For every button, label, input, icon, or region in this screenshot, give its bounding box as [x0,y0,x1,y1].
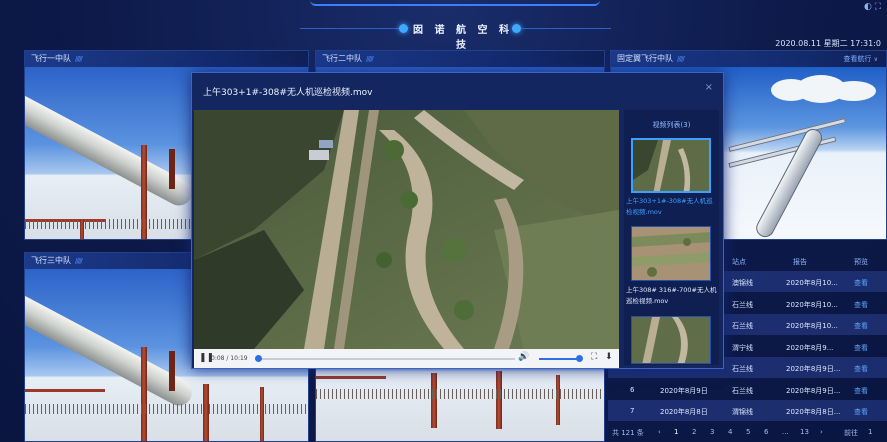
row-report: 2020年8月10... [786,279,838,287]
row-number: 7 [630,407,635,415]
video-controls: ❚❚ 0:08 / 10:19 🔊 ⛶ ⬇ [194,349,619,368]
row-view-link[interactable]: 查看 [854,407,868,417]
video-thumbnail-3[interactable] [631,316,711,364]
page-ellipsis: ... [782,428,789,436]
panel-title: 飞行二中队 [322,54,362,63]
modal-title: 上午303+1#-308#无人机巡检视频.mov [203,88,373,98]
datetime-display: 2020.08.11 星期二 17:31:0 [775,39,881,48]
panel-header: 飞行二中队 ///// [316,51,604,67]
page-button[interactable]: 6 [764,428,768,436]
header-deco-line-left [300,28,400,29]
page-button[interactable]: 3 [710,428,714,436]
stripes-icon: ///// [677,55,685,63]
row-report: 2020年8月9日... [786,365,841,373]
row-station: 石兰线 [732,365,753,373]
view-flights-link[interactable]: 查看航行 ∨ [843,51,878,68]
panel-title: 飞行三中队 [31,256,71,265]
stripes-icon: ///// [75,55,83,63]
video-caption-2[interactable]: 上午308# 316#-700#无人机巡检视频.mov [626,285,719,307]
goto-page-input[interactable]: 1 [868,428,872,436]
stripes-icon: ///// [75,257,83,265]
page-button[interactable]: 4 [728,428,732,436]
row-view-link[interactable]: 查看 [854,364,868,374]
panel-header: 飞行一中队 ///// [25,51,308,67]
row-station: 石兰线 [732,322,753,330]
aerial-video-frame [194,110,619,349]
stripes-icon: ///// [366,55,374,63]
row-view-link[interactable]: 查看 [854,321,868,331]
download-icon[interactable]: ⬇ [605,352,613,362]
next-page-button[interactable]: › [820,428,823,436]
row-number: 6 [630,385,635,394]
prev-page-button[interactable]: ‹ [658,428,661,436]
row-station: 渭锦线 [732,408,753,416]
column-station: 站点 [732,258,746,266]
video-time: 0:08 / 10:19 [211,355,248,362]
video-modal: 上午303+1#-308#无人机巡检视频.mov × ❚❚ 0:08 / 10:… [191,72,724,369]
pagination: 共 121 条 ‹ 1 2 3 4 5 6 ... 13 › 前往 1 [610,424,887,440]
row-station: 石兰线 [732,386,753,395]
row-report: 2020年8月9... [786,343,834,352]
header-deco-line-right [521,28,611,29]
row-view-link[interactable]: 查看 [854,300,868,310]
fullscreen-icon[interactable]: ⛶ [591,352,597,362]
page-button[interactable]: 2 [692,428,696,436]
row-view-link[interactable]: 查看 [854,278,868,288]
chevron-down-icon: ∨ [873,56,878,63]
goto-label: 前往 [844,429,858,437]
video-list-heading: 视频列表(3) [652,121,691,129]
row-report: 2020年8月10... [786,322,838,330]
close-icon[interactable]: × [705,82,713,93]
column-view: 预览 [854,258,868,266]
thumbnail-image [633,140,709,191]
progress-handle[interactable] [255,355,263,362]
volume-icon[interactable]: 🔊 [518,352,529,362]
page-title: 囡 诺 航 空 科 技 [413,25,513,51]
video-thumbnail-1[interactable] [631,138,711,193]
video-caption-1[interactable]: 上午303+1#-308#无人机巡检视频.mov [626,196,719,218]
row-view-link[interactable]: 查看 [854,386,868,396]
volume-handle[interactable] [576,355,583,362]
panel-title: 飞行一中队 [31,54,71,63]
total-count: 共 121 条 [612,429,644,437]
video-thumbnail-2[interactable] [631,226,711,281]
header-top-bar [310,0,600,6]
panel-title: 固定翼飞行中队 [617,54,673,63]
table-row: 6 2020年8月9日 石兰线 2020年8月9日... 查看 [608,379,887,400]
row-report: 2020年8月9日... [786,386,841,395]
header: 囡 诺 航 空 科 技 ◐ ⛶ 2020.08.11 星期二 17:31:0 [0,0,887,51]
header-dot-left [399,24,408,33]
header-dot-right [512,24,521,33]
thumbnail-image [632,317,710,363]
page-button[interactable]: 5 [746,428,750,436]
table-row: 7 2020年8月8日 渭锦线 2020年8月8日... 查看 [608,400,887,421]
row-station: 澳锦线 [732,279,753,287]
row-station: 渭宁线 [732,343,753,352]
panel-header: 固定翼飞行中队 ///// 查看航行 ∨ [611,51,886,67]
page-button[interactable]: 13 [800,428,809,436]
row-report: 2020年8月10... [786,300,838,309]
page-button[interactable]: 1 [674,428,678,436]
column-report: 报告 [793,258,807,266]
progress-track[interactable] [255,358,515,360]
video-list: 视频列表(3) 上午303+1#-308#无人机巡检视频.mov 上午308# … [624,110,719,365]
thumbnail-image [632,227,710,280]
window-controls-icon[interactable]: ◐ ⛶ [864,2,881,12]
volume-slider[interactable] [539,358,581,360]
row-station: 石兰线 [732,300,753,309]
video-player[interactable] [194,110,619,349]
row-view-link[interactable]: 查看 [854,343,868,353]
row-date: 2020年8月8日 [660,408,708,416]
row-report: 2020年8月8日... [786,408,841,416]
dashboard-background: 囡 诺 航 空 科 技 ◐ ⛶ 2020.08.11 星期二 17:31:0 飞… [0,0,887,442]
view-flights-label: 查看航行 [843,55,872,63]
row-date: 2020年8月9日 [660,386,708,395]
